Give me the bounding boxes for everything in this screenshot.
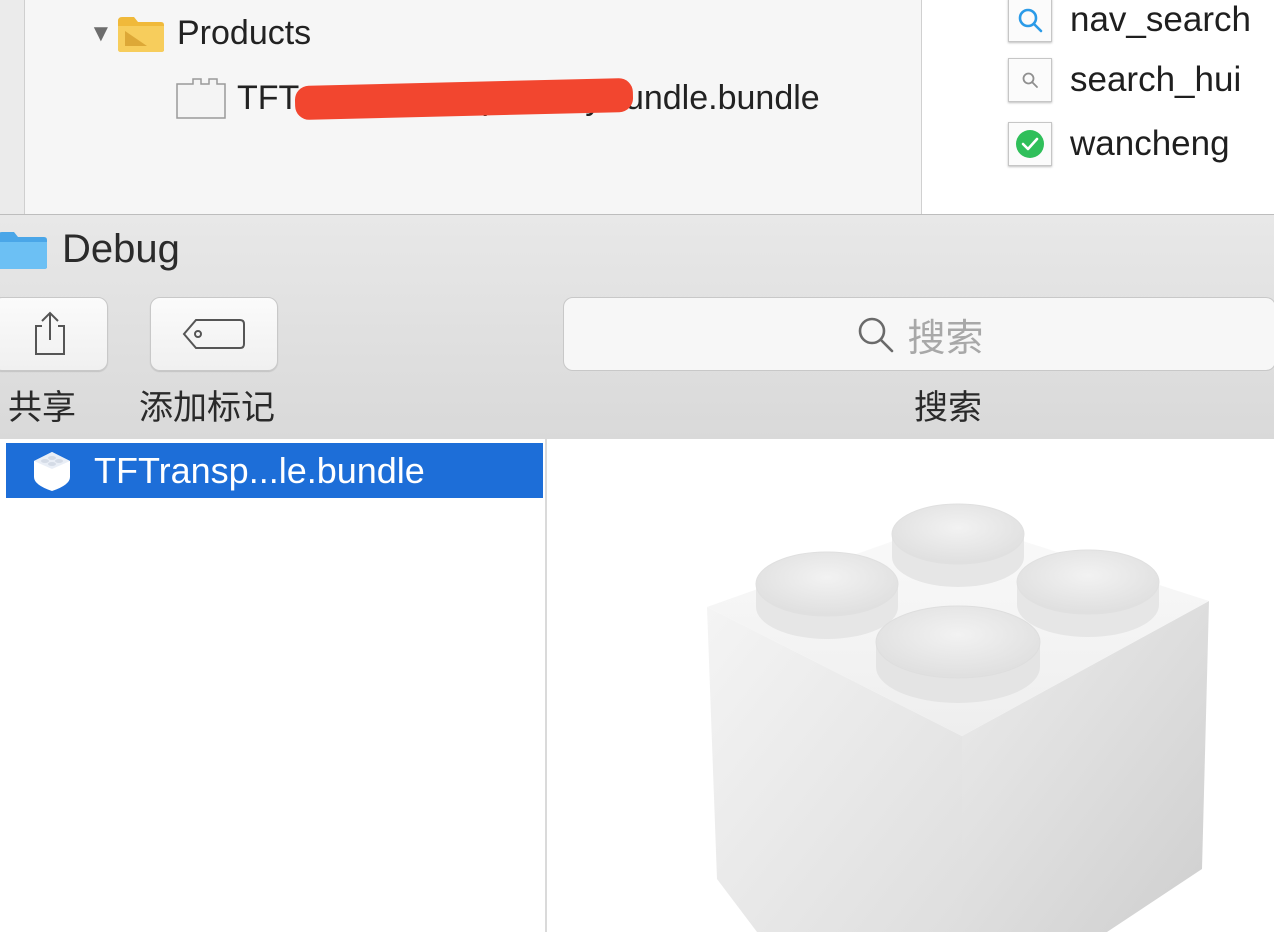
asset-label: search_hui bbox=[1070, 60, 1242, 99]
asset-catalog-list: nav_search search_hui wancheng bbox=[922, 0, 1274, 214]
asset-item[interactable]: search_hui bbox=[1008, 58, 1241, 102]
project-navigator: ▼ Products TFT parencyBundle.bundle bbox=[25, 0, 922, 214]
bundle-file-icon bbox=[175, 76, 227, 120]
search-icon bbox=[1008, 0, 1052, 42]
search-caption: 搜索 bbox=[914, 389, 982, 427]
asset-item[interactable]: wancheng bbox=[1008, 122, 1230, 166]
file-row-selected[interactable]: TFTransp...le.bundle bbox=[6, 443, 543, 498]
asset-item[interactable]: nav_search bbox=[1008, 0, 1251, 42]
lego-brick-icon bbox=[707, 503, 1209, 932]
left-edge-strip bbox=[0, 0, 25, 214]
share-caption: 共享 bbox=[8, 389, 76, 427]
add-tag-button[interactable] bbox=[150, 297, 278, 371]
window-title: Debug bbox=[0, 227, 180, 272]
search-input[interactable]: 搜索 bbox=[563, 297, 1274, 371]
tree-row-products[interactable]: ▼ Products bbox=[89, 14, 311, 53]
products-label: Products bbox=[177, 14, 312, 52]
window-title-text: Debug bbox=[62, 227, 180, 271]
file-list-column: TFTransp...le.bundle bbox=[0, 439, 547, 932]
check-circle-icon bbox=[1008, 122, 1052, 166]
bundle-icon bbox=[30, 449, 74, 493]
selected-file-label: TFTransp...le.bundle bbox=[94, 449, 425, 491]
add-tag-caption: 添加标记 bbox=[139, 389, 275, 427]
asset-label: wancheng bbox=[1070, 124, 1230, 163]
folder-icon bbox=[117, 15, 165, 53]
search-icon bbox=[859, 317, 894, 353]
folder-icon bbox=[0, 230, 48, 270]
search-placeholder: 搜索 bbox=[907, 317, 984, 360]
search-icon bbox=[1008, 58, 1052, 102]
share-icon bbox=[35, 311, 65, 355]
tag-icon bbox=[182, 319, 245, 349]
preview-pane bbox=[547, 439, 1274, 932]
disclosure-triangle-icon[interactable]: ▼ bbox=[89, 21, 117, 46]
share-button[interactable] bbox=[0, 297, 108, 371]
bundle-label-start: TFT bbox=[237, 78, 300, 117]
asset-label: nav_search bbox=[1070, 0, 1251, 39]
